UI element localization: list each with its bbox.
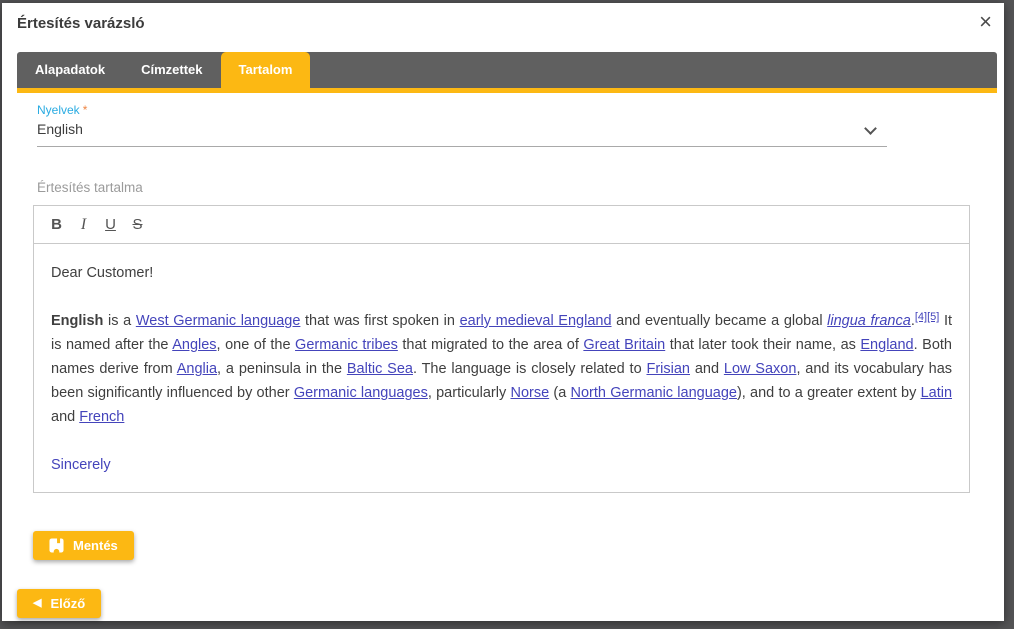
chevron-down-icon: [864, 122, 877, 135]
language-label-text: Nyelvek: [37, 103, 80, 117]
wiki-link[interactable]: Frisian: [646, 361, 690, 377]
editor-paragraph: English is a West Germanic language that…: [51, 309, 952, 429]
wiki-link[interactable]: Latin: [921, 385, 952, 401]
paragraph-text: is a: [103, 313, 135, 329]
citation-link[interactable]: [4]: [915, 311, 927, 323]
tab-accent-line: [17, 88, 997, 93]
save-button[interactable]: Mentés: [33, 531, 134, 560]
close-icon[interactable]: ×: [979, 11, 992, 33]
wiki-link[interactable]: Baltic Sea: [347, 361, 413, 377]
wiki-link[interactable]: lingua franca: [827, 313, 911, 329]
required-marker: *: [83, 103, 88, 117]
paragraph-text: , particularly: [428, 385, 511, 401]
paragraph-text: that later took their name, as: [665, 337, 860, 353]
paragraph-text: and eventually became a global: [612, 313, 828, 329]
rich-text-editor: BIUS Dear Customer! English is a West Ge…: [33, 205, 970, 493]
italic-button[interactable]: I: [70, 211, 97, 238]
editor-content[interactable]: Dear Customer! English is a West Germani…: [34, 244, 969, 494]
paragraph-text: (a: [549, 385, 570, 401]
underline-button[interactable]: U: [97, 211, 124, 238]
floppy-disk-icon: [49, 538, 64, 553]
left-triangle-icon: ◀: [33, 598, 41, 609]
greeting-line: Dear Customer!: [51, 261, 952, 285]
tab-tartalom[interactable]: Tartalom: [221, 52, 311, 88]
previous-button-label: Előző: [50, 596, 85, 611]
wiki-link[interactable]: Great Britain: [583, 337, 665, 353]
strikethrough-button[interactable]: S: [124, 211, 151, 238]
bold-text: English: [51, 313, 103, 329]
paragraph-text: . The language is closely related to: [413, 361, 647, 377]
wiki-link[interactable]: early medieval England: [460, 313, 612, 329]
wiki-link[interactable]: England: [860, 337, 913, 353]
save-button-label: Mentés: [73, 538, 118, 553]
wiki-link[interactable]: Angles: [172, 337, 216, 353]
tab-bar: AlapadatokCímzettekTartalom: [17, 52, 997, 88]
paragraph-text: that was first spoken in: [300, 313, 459, 329]
paragraph-text: , one of the: [217, 337, 296, 353]
editor-label: Értesítés tartalma: [37, 180, 143, 195]
language-select[interactable]: English: [37, 121, 887, 147]
paragraph-text: and: [690, 361, 724, 377]
wiki-link[interactable]: Low Saxon: [724, 361, 797, 377]
citation-link[interactable]: [5]: [927, 311, 939, 323]
language-select-value: English: [37, 121, 83, 137]
wiki-link[interactable]: West Germanic language: [136, 313, 301, 329]
wiki-link[interactable]: Germanic tribes: [295, 337, 398, 353]
editor-toolbar: BIUS: [34, 206, 969, 244]
previous-button[interactable]: ◀ Előző: [17, 589, 101, 618]
paragraph-text: , a peninsula in the: [217, 361, 347, 377]
wiki-link[interactable]: Anglia: [177, 361, 217, 377]
tab-cimzettek[interactable]: Címzettek: [123, 52, 220, 88]
wiki-link[interactable]: French: [79, 409, 124, 425]
paragraph-text: that migrated to the area of: [398, 337, 584, 353]
tab-alapadatok[interactable]: Alapadatok: [17, 52, 123, 88]
dialog-title: Értesítés varázsló: [17, 15, 145, 32]
notification-wizard-dialog: Értesítés varázsló × AlapadatokCímzettek…: [2, 3, 1004, 621]
bold-button[interactable]: B: [43, 211, 70, 238]
paragraph-text: ), and to a greater extent by: [737, 385, 921, 401]
wiki-link[interactable]: Norse: [510, 385, 549, 401]
signature-line: Sincerely: [51, 453, 952, 477]
language-field-label: Nyelvek*: [37, 103, 87, 117]
paragraph-text: and: [51, 409, 79, 425]
wiki-link[interactable]: Germanic languages: [294, 385, 428, 401]
wiki-link[interactable]: North Germanic language: [571, 385, 737, 401]
